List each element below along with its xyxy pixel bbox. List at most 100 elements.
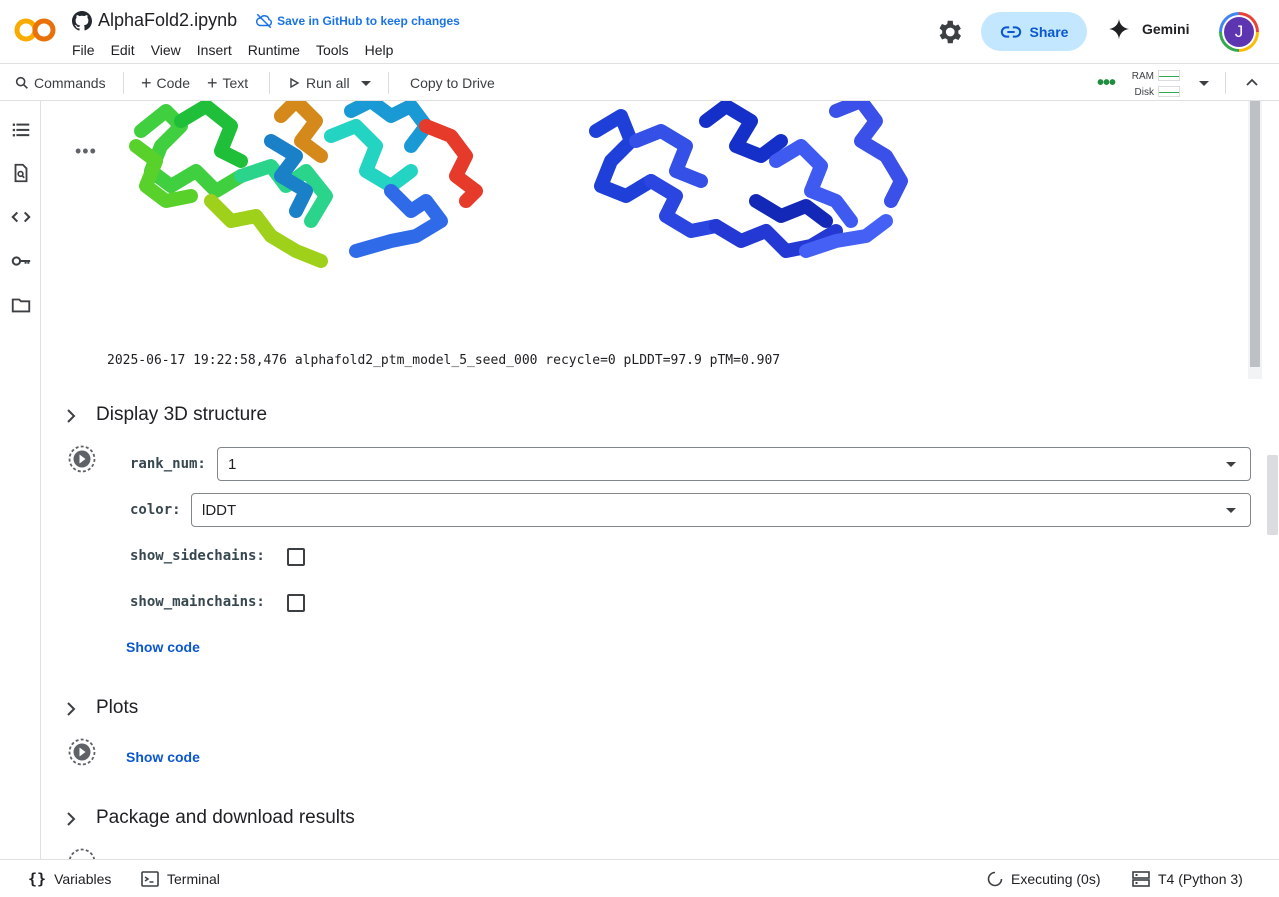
output-log-line: 2025-06-17 19:22:58,476 alphafold2_ptm_m… [107, 353, 781, 368]
play-icon [290, 77, 300, 89]
terminal-label: Terminal [167, 870, 220, 887]
show-mainchains-label: show_mainchains: [130, 594, 265, 610]
caret-down-icon [1226, 462, 1236, 467]
notebook-scrollbar-thumb[interactable] [1267, 455, 1278, 535]
caret-down-icon [361, 80, 371, 86]
output-more-icon[interactable]: ••• [75, 141, 97, 162]
toolbar-divider [388, 72, 389, 94]
settings-gear-icon[interactable] [934, 17, 964, 47]
run-all-dropdown[interactable] [361, 65, 371, 101]
top-bar: AlphaFold2.ipynb Save in GitHub to keep … [0, 0, 1279, 64]
gemini-label: Gemini [1142, 21, 1190, 37]
menu-help[interactable]: Help [365, 42, 394, 58]
avatar-initial: J [1224, 17, 1254, 47]
executing-label: Executing (0s) [1011, 870, 1101, 887]
files-folder-icon[interactable] [10, 294, 32, 316]
colab-logo[interactable] [14, 16, 56, 44]
run-all-button[interactable]: Run all [288, 65, 350, 101]
caret-down-icon [1226, 508, 1236, 513]
show-sidechains-label: show_sidechains: [130, 548, 265, 564]
server-icon [1132, 870, 1150, 887]
ram-meter [1158, 70, 1180, 81]
add-text-label: Text [222, 75, 249, 91]
chevron-right-icon[interactable] [63, 408, 79, 424]
plus-icon: + [141, 72, 152, 93]
section-title-plots[interactable]: Plots [96, 697, 138, 719]
show-code-link[interactable]: Show code [126, 749, 200, 765]
section-title-package[interactable]: Package and download results [96, 807, 355, 829]
secrets-key-icon[interactable] [10, 250, 32, 272]
collapse-header-button[interactable] [1245, 65, 1259, 101]
braces-icon: {} [28, 869, 47, 888]
copy-to-drive-button[interactable]: Copy to Drive [410, 65, 495, 101]
find-in-document-icon[interactable] [10, 162, 32, 184]
left-sidebar [0, 101, 41, 859]
add-code-label: Code [156, 75, 190, 91]
rank-num-value: 1 [228, 455, 237, 473]
run-cell-button[interactable] [67, 847, 97, 859]
plus-icon: + [207, 72, 218, 93]
save-in-github-link[interactable]: Save in GitHub to keep changes [255, 12, 460, 30]
link-icon [1000, 25, 1021, 38]
output-scrollbar[interactable] [1248, 101, 1262, 379]
disk-label: Disk [1134, 87, 1154, 98]
disk-meter [1158, 86, 1180, 97]
add-text-button[interactable]: + Text [207, 65, 248, 101]
gemini-button[interactable]: Gemini [1108, 18, 1189, 40]
ram-label: RAM [1131, 71, 1154, 82]
copy-to-drive-label: Copy to Drive [410, 75, 495, 91]
resource-labels[interactable]: RAM Disk [1130, 69, 1154, 101]
run-cell-button[interactable] [67, 737, 97, 767]
menu-file[interactable]: File [72, 42, 95, 58]
share-label: Share [1029, 23, 1069, 40]
show-mainchains-checkbox[interactable] [287, 594, 305, 612]
spinner-icon [987, 871, 1003, 886]
menu-view[interactable]: View [151, 42, 181, 58]
commands-button[interactable]: Commands [14, 65, 106, 101]
toolbar-divider [123, 72, 124, 94]
notebook-toolbar: Commands + Code + Text Run all Copy to D… [0, 65, 1279, 101]
menu-edit[interactable]: Edit [111, 42, 135, 58]
add-code-button[interactable]: + Code [141, 65, 190, 101]
section-title-display-3d[interactable]: Display 3D structure [96, 404, 267, 426]
color-label: color: [130, 502, 181, 518]
notebook-main: ••• 2025-06-17 19:22:58,476 alphafold2_p… [41, 101, 1279, 859]
show-code-link[interactable]: Show code [126, 639, 200, 655]
rank-num-select[interactable]: 1 [217, 447, 1251, 481]
runtime-dropdown[interactable] [1199, 65, 1209, 101]
menu-tools[interactable]: Tools [316, 42, 349, 58]
variables-label: Variables [54, 870, 112, 887]
toolbar-divider [1225, 72, 1226, 94]
menu-insert[interactable]: Insert [197, 42, 232, 58]
runtime-status[interactable]: T4 (Python 3) [1132, 860, 1243, 897]
color-select[interactable]: lDDT [191, 493, 1251, 527]
status-bar: {} Variables Terminal Executing (0s) T4 … [0, 859, 1279, 896]
protein-structure-render [129, 101, 908, 268]
chevron-right-icon[interactable] [63, 701, 79, 717]
menu-runtime[interactable]: Runtime [248, 42, 300, 58]
account-avatar[interactable]: J [1219, 12, 1259, 52]
save-in-github-label: Save in GitHub to keep changes [277, 13, 460, 28]
chevron-right-icon[interactable] [63, 811, 79, 827]
caret-down-icon [1199, 80, 1209, 86]
variables-button[interactable]: {} Variables [28, 860, 111, 897]
terminal-button[interactable]: Terminal [141, 860, 220, 897]
toolbar-divider [269, 72, 270, 94]
runtime-label: T4 (Python 3) [1158, 870, 1243, 887]
color-value: lDDT [202, 501, 237, 519]
terminal-icon [141, 870, 159, 887]
commands-label: Commands [34, 75, 106, 91]
cloud-off-icon [256, 13, 273, 28]
table-of-contents-icon[interactable] [10, 119, 32, 141]
share-button[interactable]: Share [981, 12, 1087, 51]
gemini-sparkle-icon [1108, 18, 1130, 40]
menu-bar: File Edit View Insert Runtime Tools Help [72, 42, 409, 58]
show-sidechains-checkbox[interactable] [287, 548, 305, 566]
run-cell-button[interactable] [67, 444, 97, 474]
notebook-title[interactable]: AlphaFold2.ipynb [98, 10, 237, 31]
more-options-icon[interactable]: ••• [1097, 65, 1116, 101]
output-scrollbar-thumb[interactable] [1250, 101, 1260, 367]
resource-meters[interactable] [1158, 70, 1180, 102]
code-snippets-icon[interactable] [10, 206, 32, 228]
execution-status[interactable]: Executing (0s) [987, 860, 1100, 897]
